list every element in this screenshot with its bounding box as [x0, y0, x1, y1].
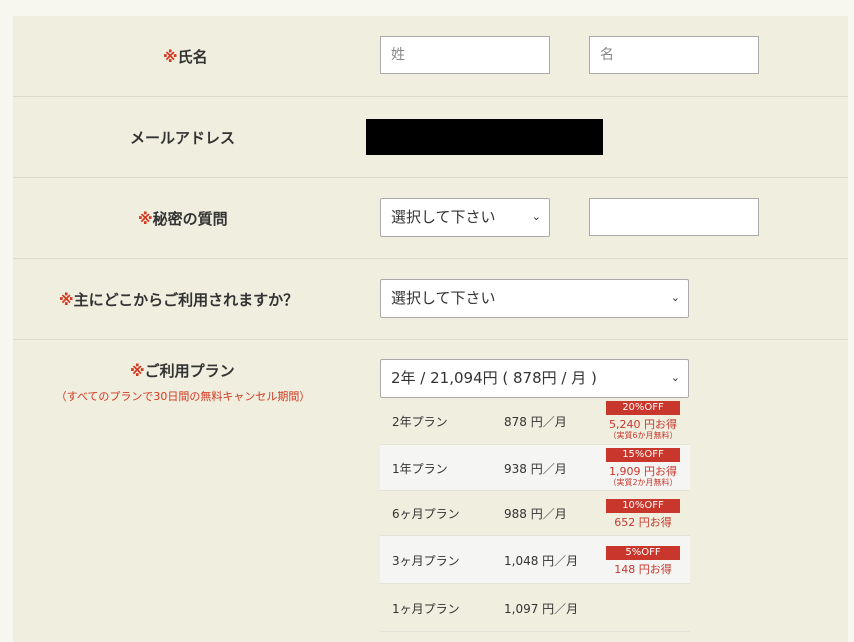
- chevron-down-icon: ⌄: [670, 371, 680, 384]
- discount-badge: 10%OFF: [606, 499, 680, 513]
- plan-note-free: （実質2か月無料）: [608, 478, 678, 487]
- last-name-placeholder: 姓: [391, 47, 405, 63]
- discount-badge: 20%OFF: [606, 401, 680, 415]
- discount-badge: 15%OFF: [606, 448, 680, 462]
- usage-location-label-text: 主にどこからご利用されますか？: [73, 291, 299, 309]
- plan-name: 2年プラン: [392, 415, 448, 429]
- row-secret-question: ※秘密の質問 選択して下さい ⌄: [13, 178, 848, 259]
- plan-price: 1,097 円／月: [504, 602, 579, 616]
- usage-location-label: ※主にどこからご利用されますか？: [59, 289, 298, 310]
- name-label: ※氏名: [163, 46, 208, 67]
- plan-option-3m[interactable]: 3ヶ月プラン 1,048 円／月 5%OFF 148 円お得: [380, 536, 690, 584]
- plan-price: 938 円／月: [504, 462, 567, 476]
- plan-note-free: （実質6か月無料）: [608, 431, 678, 440]
- row-name: ※氏名 姓 名: [13, 16, 848, 97]
- plan-label-text: ご利用プラン: [144, 362, 235, 380]
- name-label-text: 氏名: [177, 48, 208, 66]
- email-label: メールアドレス: [130, 129, 236, 147]
- last-name-input[interactable]: 姓: [380, 36, 550, 74]
- secret-question-label-text: 秘密の質問: [152, 210, 228, 228]
- plan-list: 2年プラン 878 円／月 20%OFF 5,240 円お得 （実質6か月無料）…: [380, 400, 690, 632]
- required-mark: ※: [163, 48, 178, 66]
- required-mark: ※: [138, 210, 153, 228]
- plan-option-1m[interactable]: 1ヶ月プラン 1,097 円／月: [380, 584, 690, 632]
- plan-note: （すべてのプランで30日間の無料キャンセル期間）: [55, 390, 311, 403]
- secret-question-select[interactable]: 選択して下さい ⌄: [380, 198, 550, 237]
- plan-label: ※ご利用プラン: [130, 360, 235, 381]
- required-mark: ※: [130, 362, 145, 380]
- usage-location-select-value: 選択して下さい: [391, 289, 496, 307]
- discount-badge: 5%OFF: [606, 546, 680, 560]
- secret-answer-input[interactable]: [589, 198, 759, 236]
- plan-price: 1,048 円／月: [504, 554, 579, 568]
- plan-option-1y[interactable]: 1年プラン 938 円／月 15%OFF 1,909 円お得 （実質2か月無料）: [380, 445, 690, 491]
- plan-select[interactable]: 2年 / 21,094円 ( 878円 / 月 ) ⌄: [380, 359, 689, 398]
- savings-text: 652 円お得: [614, 516, 672, 529]
- chevron-down-icon: ⌄: [531, 210, 541, 223]
- email-redacted-value: [366, 119, 603, 155]
- plan-price: 988 円／月: [504, 507, 567, 521]
- secret-question-select-value: 選択して下さい: [391, 208, 496, 226]
- registration-form: ※氏名 姓 名 メールアドレス ※秘密の質問 選択して下さい ⌄ ※主にどこから…: [13, 16, 848, 642]
- row-usage-location: ※主にどこからご利用されますか？ 選択して下さい ⌄: [13, 259, 848, 340]
- required-mark: ※: [59, 291, 74, 309]
- plan-option-6m[interactable]: 6ヶ月プラン 988 円／月 10%OFF 652 円お得: [380, 491, 690, 536]
- plan-price: 878 円／月: [504, 415, 567, 429]
- chevron-down-icon: ⌄: [670, 291, 680, 304]
- plan-name: 1年プラン: [392, 462, 448, 476]
- plan-name: 1ヶ月プラン: [392, 602, 460, 616]
- first-name-input[interactable]: 名: [589, 36, 759, 74]
- first-name-placeholder: 名: [600, 47, 614, 63]
- savings-text: 148 円お得: [614, 563, 672, 576]
- plan-name: 3ヶ月プラン: [392, 554, 460, 568]
- usage-location-select[interactable]: 選択して下さい ⌄: [380, 279, 689, 318]
- plan-name: 6ヶ月プラン: [392, 507, 460, 521]
- plan-option-2y[interactable]: 2年プラン 878 円／月 20%OFF 5,240 円お得 （実質6か月無料）: [380, 400, 690, 445]
- secret-question-label: ※秘密の質問: [138, 208, 228, 229]
- plan-select-value: 2年 / 21,094円 ( 878円 / 月 ): [391, 369, 597, 387]
